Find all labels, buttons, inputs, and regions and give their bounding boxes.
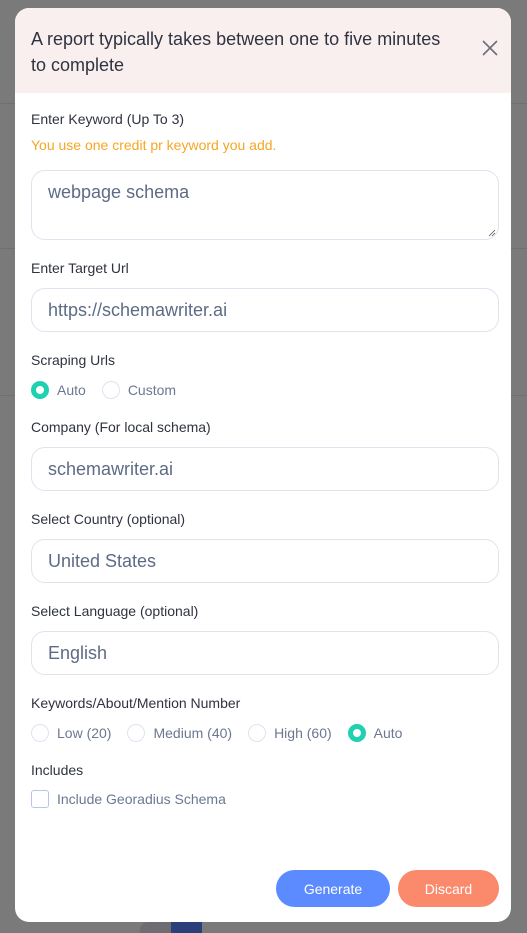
mention-number-label: Keywords/About/Mention Number	[31, 695, 241, 711]
radio-unchecked-icon	[127, 724, 146, 742]
company-value: schemawriter.ai	[48, 458, 174, 479]
mention-radio-auto[interactable]: Auto	[347, 724, 403, 742]
language-select[interactable]: English	[31, 631, 499, 675]
country-select[interactable]: United States	[31, 539, 499, 583]
keyword-textarea[interactable]: webpage schema	[31, 170, 499, 240]
modal-actions: Generate Discard	[276, 870, 499, 907]
includes-label: Includes	[31, 762, 84, 778]
scraping-urls-radio-group: Auto Custom	[31, 380, 495, 400]
country-value: United States	[48, 550, 157, 571]
target-url-value: https://schemawriter.ai	[48, 299, 228, 320]
company-label: Company (For local schema)	[31, 419, 211, 435]
modal-header: A report typically takes between one to …	[15, 8, 511, 93]
radio-label: Medium (40)	[153, 725, 233, 741]
radio-unchecked-icon	[248, 724, 267, 742]
georadius-checkbox-row[interactable]: Include Georadius Schema	[31, 790, 495, 808]
keyword-credit-hint: You use one credit pr keyword you add.	[31, 137, 277, 153]
target-url-input[interactable]: https://schemawriter.ai	[31, 288, 499, 332]
modal-body: Enter Keyword (Up To 3) You use one cred…	[15, 93, 511, 808]
discard-button[interactable]: Discard	[398, 870, 499, 907]
radio-unchecked-icon	[31, 724, 49, 742]
language-label: Select Language (optional)	[31, 603, 199, 619]
radio-label: Low (20)	[57, 725, 112, 741]
mention-number-radio-group: Low (20) Medium (40) High (60) Auto	[31, 723, 495, 743]
company-input[interactable]: schemawriter.ai	[31, 447, 499, 491]
background-element	[171, 922, 202, 933]
radio-label: Custom	[127, 382, 177, 398]
country-label: Select Country (optional)	[31, 511, 186, 527]
scraping-urls-radio-custom[interactable]: Custom	[101, 381, 177, 399]
scraping-urls-label: Scraping Urls	[31, 352, 116, 368]
target-url-label: Enter Target Url	[31, 260, 129, 276]
generate-report-modal: A report typically takes between one to …	[15, 8, 511, 922]
radio-label: Auto	[57, 382, 86, 398]
radio-checked-icon	[347, 724, 366, 742]
georadius-checkbox-label: Include Georadius Schema	[57, 791, 226, 807]
radio-checked-icon	[31, 381, 49, 399]
background-element	[140, 922, 171, 933]
resize-handle-icon[interactable]	[488, 229, 496, 237]
generate-button[interactable]: Generate	[276, 870, 390, 907]
mention-radio-medium[interactable]: Medium (40)	[127, 724, 232, 742]
radio-unchecked-icon	[101, 381, 120, 399]
language-value: English	[48, 642, 108, 663]
radio-label: Auto	[373, 725, 403, 741]
mention-radio-low[interactable]: Low (20)	[31, 724, 111, 742]
close-icon[interactable]	[481, 39, 499, 57]
radio-label: High (60)	[274, 725, 332, 741]
mention-radio-high[interactable]: High (60)	[248, 724, 332, 742]
scraping-urls-radio-auto[interactable]: Auto	[31, 381, 86, 399]
modal-header-text: A report typically takes between one to …	[31, 29, 441, 75]
keyword-value: webpage schema	[48, 182, 190, 202]
georadius-checkbox[interactable]	[31, 790, 49, 808]
keyword-label: Enter Keyword (Up To 3)	[31, 111, 185, 127]
